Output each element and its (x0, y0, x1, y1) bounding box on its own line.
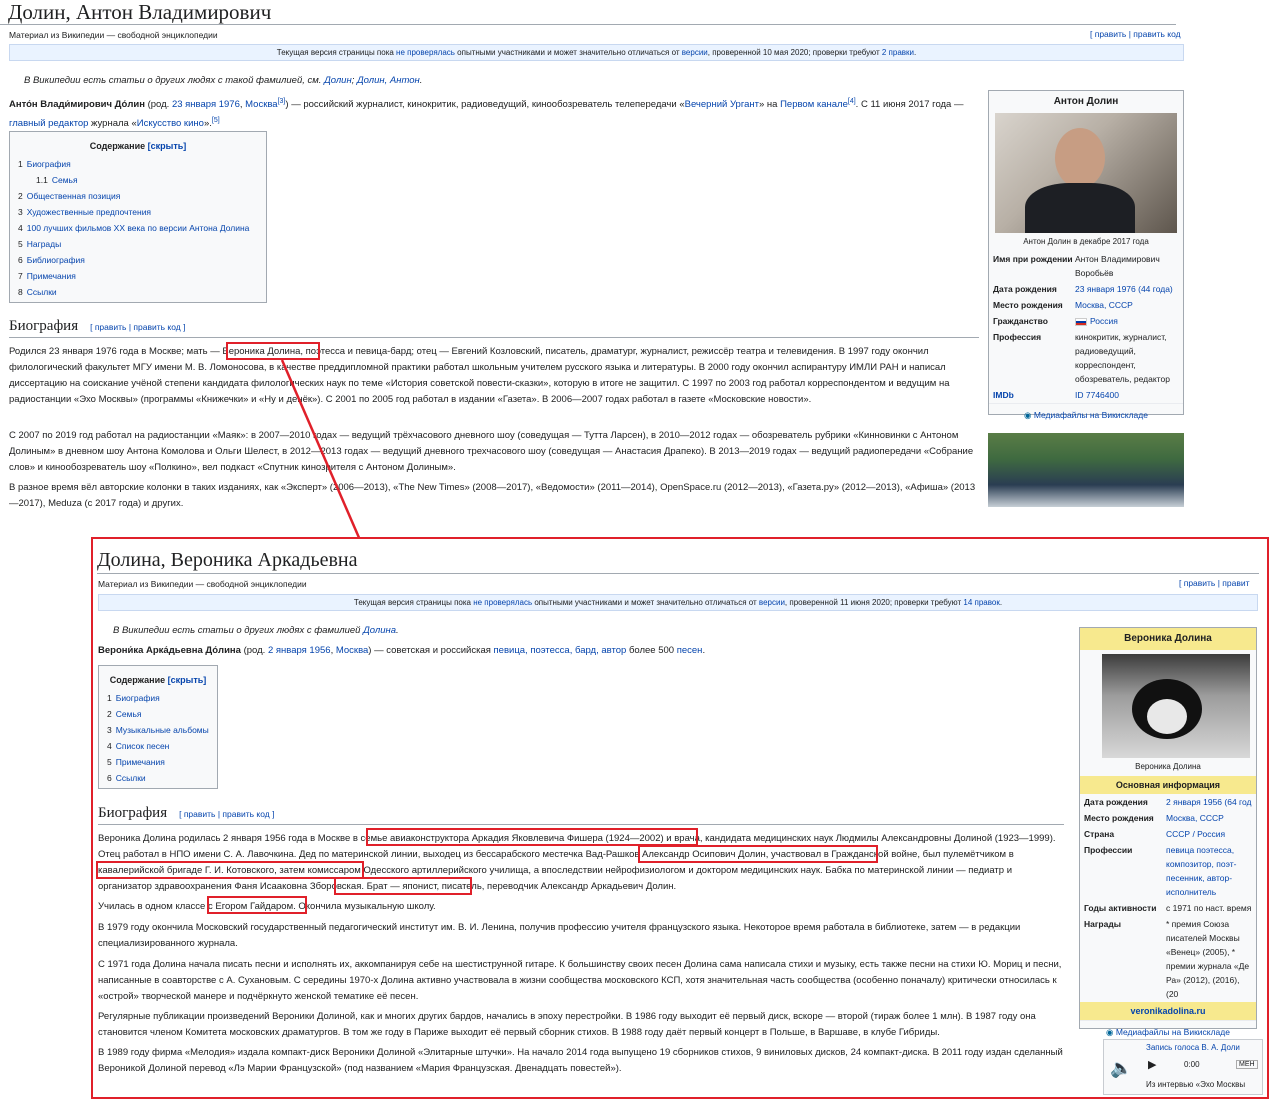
section-heading-biography: Биография[ править | править код ] (9, 318, 979, 338)
event-photo[interactable] (988, 433, 1184, 507)
table-of-contents: Содержание [скрыть] 1 Биография 2 Семья 3М… (98, 665, 218, 789)
bio-paragraph: Родился 23 января 1976 года в Москве; ма… (9, 346, 950, 405)
hatnote-link-dolina[interactable]: Долина (363, 625, 396, 636)
not-reviewed-link[interactable]: не проверялась (473, 598, 532, 607)
hatnote: В Википедии есть статьи о других людях с… (113, 625, 399, 636)
toc-item[interactable]: 4 100 лучших фильмов XX века по версии Ан… (18, 220, 258, 236)
bottom-article-panel: Долина, Вероника Аркадьевна Материал из … (91, 537, 1269, 1099)
audio-player: 🔈 Запись голоса В. А. Доли ▶ 0:00 МЕН Из… (1103, 1039, 1263, 1095)
version-link[interactable]: версии (759, 598, 785, 607)
infobox-row: Имя при рождении Антон Владимирович Вороб… (993, 254, 1160, 278)
infobox: Вероника Долина Вероника Долина Основная… (1079, 627, 1257, 1037)
photo-caption: Вероника Долина (1135, 762, 1201, 771)
infobox-row: Дата рождения 2 января 1956 (64 год (1084, 797, 1252, 807)
commons-icon: ◉ (1024, 410, 1032, 420)
section-heading-biography: Биография[ править | править код ] (98, 805, 1064, 825)
flag-russia-icon (1075, 317, 1087, 326)
not-reviewed-link[interactable]: не проверялась (396, 48, 455, 57)
section-edit-links[interactable]: [ править | править код ] (179, 809, 274, 819)
bio-paragraph: С 1971 года Долина начала писать песни и… (98, 959, 1062, 1002)
bio-paragraph: В 1979 году окончила Московский государс… (98, 922, 1021, 949)
infobox-title: Вероника Долина (1080, 628, 1256, 650)
toc-toggle[interactable]: [скрыть] (165, 675, 207, 685)
bio-paragraph: С 2007 по 2019 год работал на радиостанц… (9, 430, 974, 473)
toc-item[interactable]: 3 Художественные предпочтения (18, 204, 258, 220)
toc-item[interactable]: 8 Ссылки (18, 284, 258, 300)
birth-date-link[interactable]: 2 января 1956 (268, 645, 331, 656)
play-button[interactable]: ▶ (1148, 1058, 1156, 1071)
infobox-row: Место рождения Москва, СССР (993, 300, 1133, 310)
hatnote-link-dolin[interactable]: Долин (324, 75, 352, 86)
toc-item[interactable]: 1 Биография (107, 690, 209, 706)
toc-item[interactable]: 7 Примечания (18, 268, 258, 284)
section-edit-links[interactable]: [ править | править код ] (90, 322, 185, 332)
profession-links[interactable]: певица, поэтесса, бард, автор (494, 645, 627, 656)
bio-paragraph: В разное время вёл авторские колонки в т… (9, 482, 976, 509)
table-of-contents: Содержание [скрыть] 1 Биография 1.1 Семья … (9, 131, 267, 303)
commons-icon: ◉ (1106, 1027, 1114, 1037)
birth-date-link[interactable]: 23 января 1976 (172, 99, 240, 110)
audio-time: 0:00 (1184, 1060, 1200, 1069)
toc-toggle[interactable]: [скрыть] (145, 141, 187, 151)
edit-links[interactable]: [ править | правит (1179, 578, 1250, 588)
page-subtitle: Материал из Википедии — свободной энцикл… (9, 30, 218, 40)
birth-city-link[interactable]: Москва (336, 645, 368, 656)
flagged-revision-notice: Текущая версия страницы пока не проверял… (9, 44, 1184, 61)
page-title: Долин, Антон Владимирович (0, 0, 1176, 25)
show-link[interactable]: Вечерний Ургант (685, 99, 759, 110)
infobox-row: Дата рождения 23 января 1976 (44 года) (993, 284, 1173, 294)
toc-item[interactable]: 1 Биография (18, 156, 258, 172)
pending-edits-link[interactable]: 2 правки (882, 48, 914, 57)
photo-caption: Антон Долин в декабре 2017 года (1023, 237, 1149, 246)
infobox-row: Страна СССР / Россия (1084, 829, 1226, 839)
speaker-icon: 🔈 (1110, 1058, 1133, 1078)
pending-edits-link[interactable]: 14 правок (963, 598, 999, 607)
toc-item[interactable]: 5 Награды (18, 236, 258, 252)
audio-menu-button[interactable]: МЕН (1236, 1060, 1258, 1069)
hatnote-link-dolin-anton[interactable]: Долин, Антон (357, 75, 420, 86)
toc-item[interactable]: 5 Примечания (107, 754, 209, 770)
toc-item[interactable]: 6 Библиография (18, 252, 258, 268)
infobox-row: IMDb ID 7746400 (993, 390, 1119, 400)
bio-paragraph: Регулярные публикации произведений Верон… (98, 1011, 1036, 1038)
songs-link[interactable]: песен (677, 645, 703, 656)
intro-paragraph: Анто́н Влади́мирович До́лин (род. 23 янв… (9, 98, 964, 130)
infobox-row: Годы активности с 1971 по наст. время (1084, 903, 1252, 913)
commons-link[interactable]: ◉ Медиафайлы на Викискладе (989, 403, 1183, 426)
toc-item[interactable]: 2 Семья (107, 706, 209, 722)
bio-paragraph: Училась в одном классе с Егором Гайдаром… (98, 901, 436, 912)
infobox-row: Профессии певица поэтесса, композитор, по… (1084, 845, 1237, 897)
page-title: Долина, Вероника Аркадьевна (97, 547, 1259, 574)
infobox-row: Гражданство Россия (993, 316, 1118, 326)
top-article: Долин, Антон Владимирович Материал из Ви… (0, 0, 1184, 510)
toc-item[interactable]: 1.1 Семья (18, 172, 258, 188)
infobox-section-header: Основная информация (1080, 776, 1256, 794)
bio-paragraph: Вероника Долина родилась 2 января 1956 г… (98, 833, 1056, 892)
infobox-row: Профессия кинокритик, журналист, радиовед… (993, 332, 1170, 384)
official-site-link[interactable]: veronikadolina.ru (1080, 1002, 1256, 1020)
toc-item[interactable]: 3 Музыкальные альбомы (107, 722, 209, 738)
infobox-row: Место рождения Москва, СССР (1084, 813, 1224, 823)
role-link[interactable]: главный редактор (9, 118, 88, 129)
hatnote: В Википедии есть статьи о других людях с… (24, 75, 423, 86)
audio-title[interactable]: Запись голоса В. А. Доли (1146, 1043, 1240, 1052)
birth-city-link[interactable]: Москва (245, 99, 277, 110)
edit-links[interactable]: [ править | править код (1090, 29, 1181, 39)
audio-source: Из интервью «Эхо Москвы (1146, 1080, 1246, 1089)
infobox-row: Награды * премия Союза писателей Москвы «… (1084, 919, 1250, 999)
intro-paragraph: Верони́ка Арка́дьевна До́лина (род. 2 ян… (98, 645, 706, 656)
infobox: Антон Долин Антон Долин в декабре 2017 г… (988, 90, 1184, 420)
toc-item[interactable]: 6 Ссылки (107, 770, 209, 786)
flagged-revision-notice: Текущая версия страницы пока не проверял… (98, 594, 1258, 611)
page-subtitle: Материал из Википедии — свободной энцикл… (98, 579, 307, 589)
bio-paragraph: В 1989 году фирма «Мелодия» издала компа… (98, 1047, 1063, 1074)
portrait-photo[interactable] (1102, 654, 1250, 758)
version-link[interactable]: версии (682, 48, 708, 57)
infobox-title: Антон Долин (1053, 96, 1119, 107)
toc-item[interactable]: 4 Список песен (107, 738, 209, 754)
toc-item[interactable]: 2 Общественная позиция (18, 188, 258, 204)
magazine-link[interactable]: Искусство кино (137, 118, 204, 129)
channel-link[interactable]: Первом канале (780, 99, 848, 110)
portrait-photo[interactable] (995, 113, 1177, 233)
